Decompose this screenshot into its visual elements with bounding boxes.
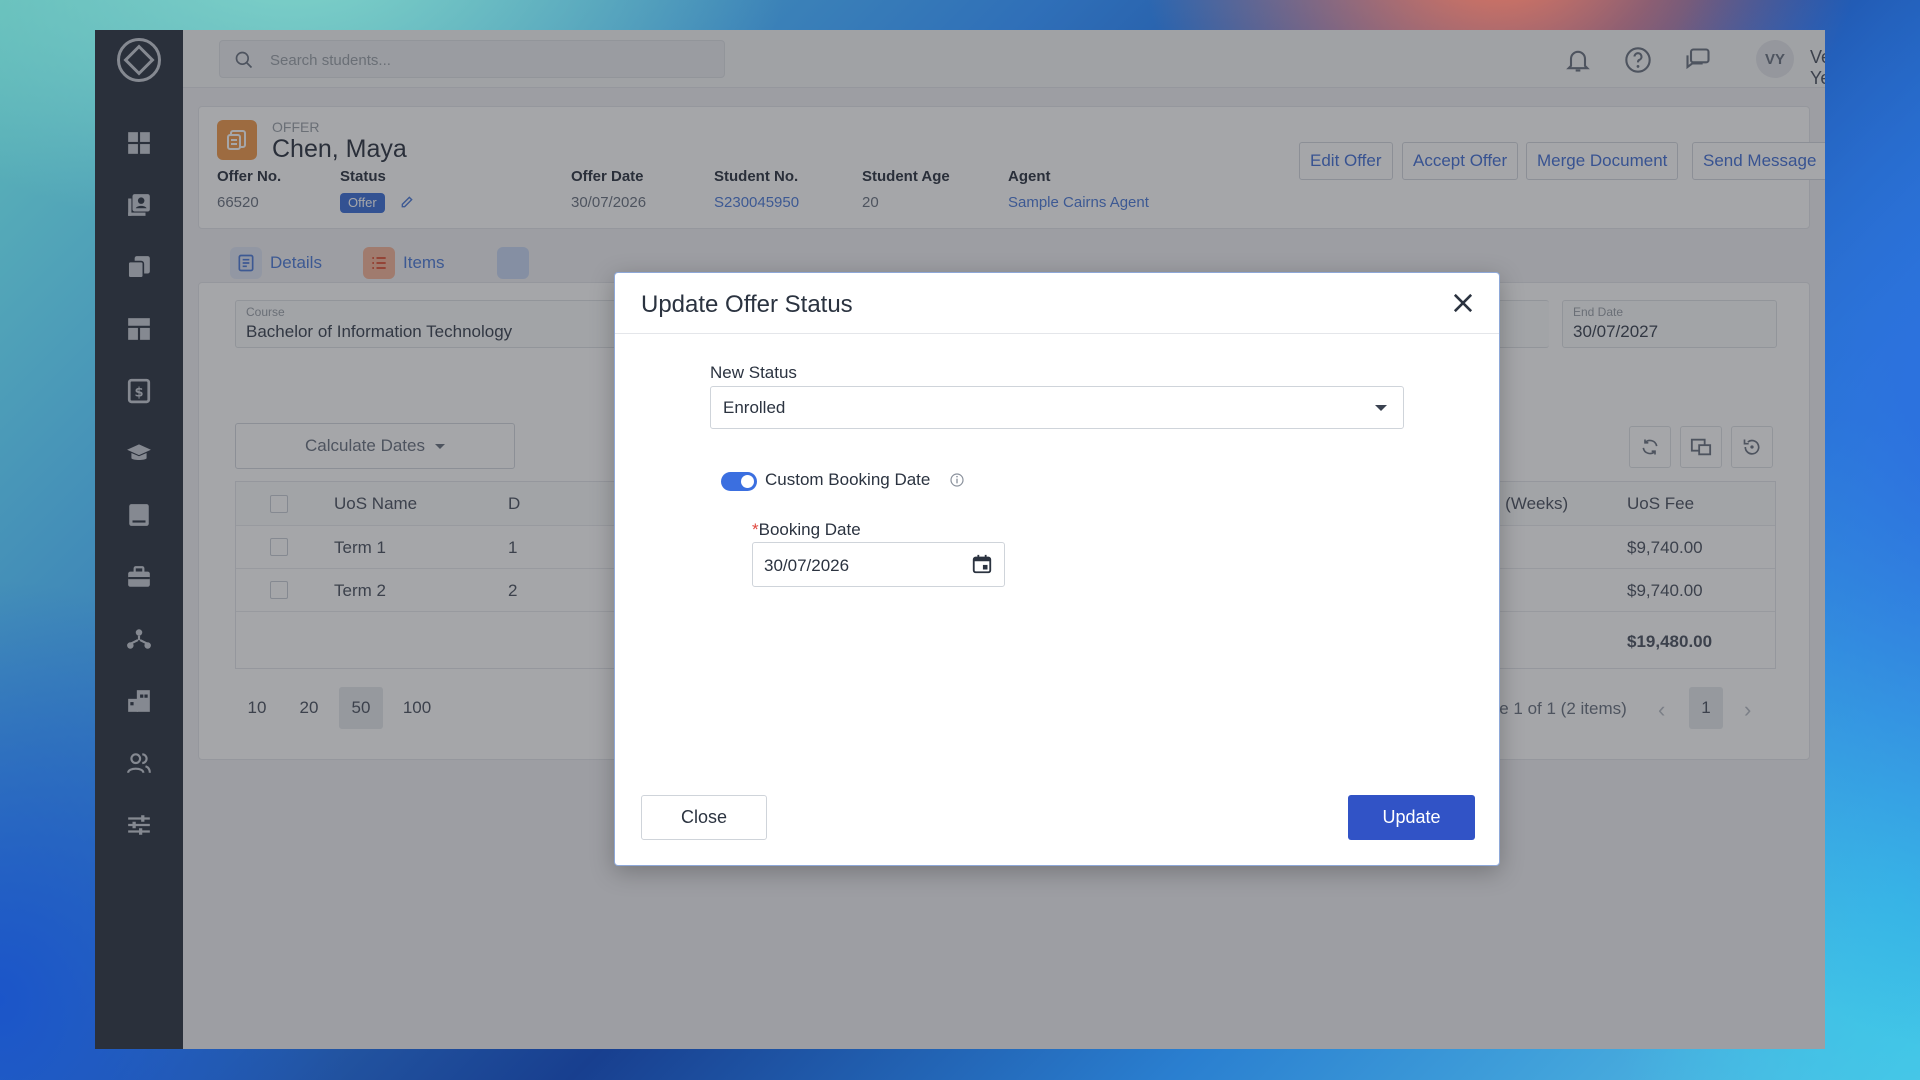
custom-booking-label: Custom Booking Date [765, 470, 931, 489]
dialog-header: Update Offer Status [615, 273, 1499, 334]
chevron-down-icon [1375, 405, 1387, 411]
update-offer-status-dialog: Update Offer Status New Status Enrolled … [614, 272, 1500, 866]
booking-date-input[interactable]: 30/07/2026 [752, 542, 1005, 587]
calendar-icon[interactable] [971, 553, 993, 575]
update-button[interactable]: Update [1348, 795, 1475, 840]
close-icon[interactable] [1449, 289, 1477, 317]
booking-date-label-text: Booking Date [758, 520, 861, 539]
booking-date-value: 30/07/2026 [764, 556, 850, 575]
new-status-select[interactable]: Enrolled [710, 386, 1404, 429]
custom-booking-section: Custom Booking Date *Booking Date 30/07/… [698, 454, 1028, 600]
app-window: $ Search students... VY V Y OFFER Chen, … [95, 30, 1825, 1049]
dialog-title: Update Offer Status [641, 291, 853, 318]
required-marker: * [752, 520, 759, 539]
info-icon[interactable] [949, 472, 965, 488]
custom-booking-toggle[interactable] [721, 472, 757, 491]
booking-date-label: *Booking Date [752, 520, 861, 540]
new-status-value: Enrolled [723, 398, 786, 417]
new-status-label: New Status [710, 363, 797, 382]
close-button[interactable]: Close [641, 795, 767, 840]
